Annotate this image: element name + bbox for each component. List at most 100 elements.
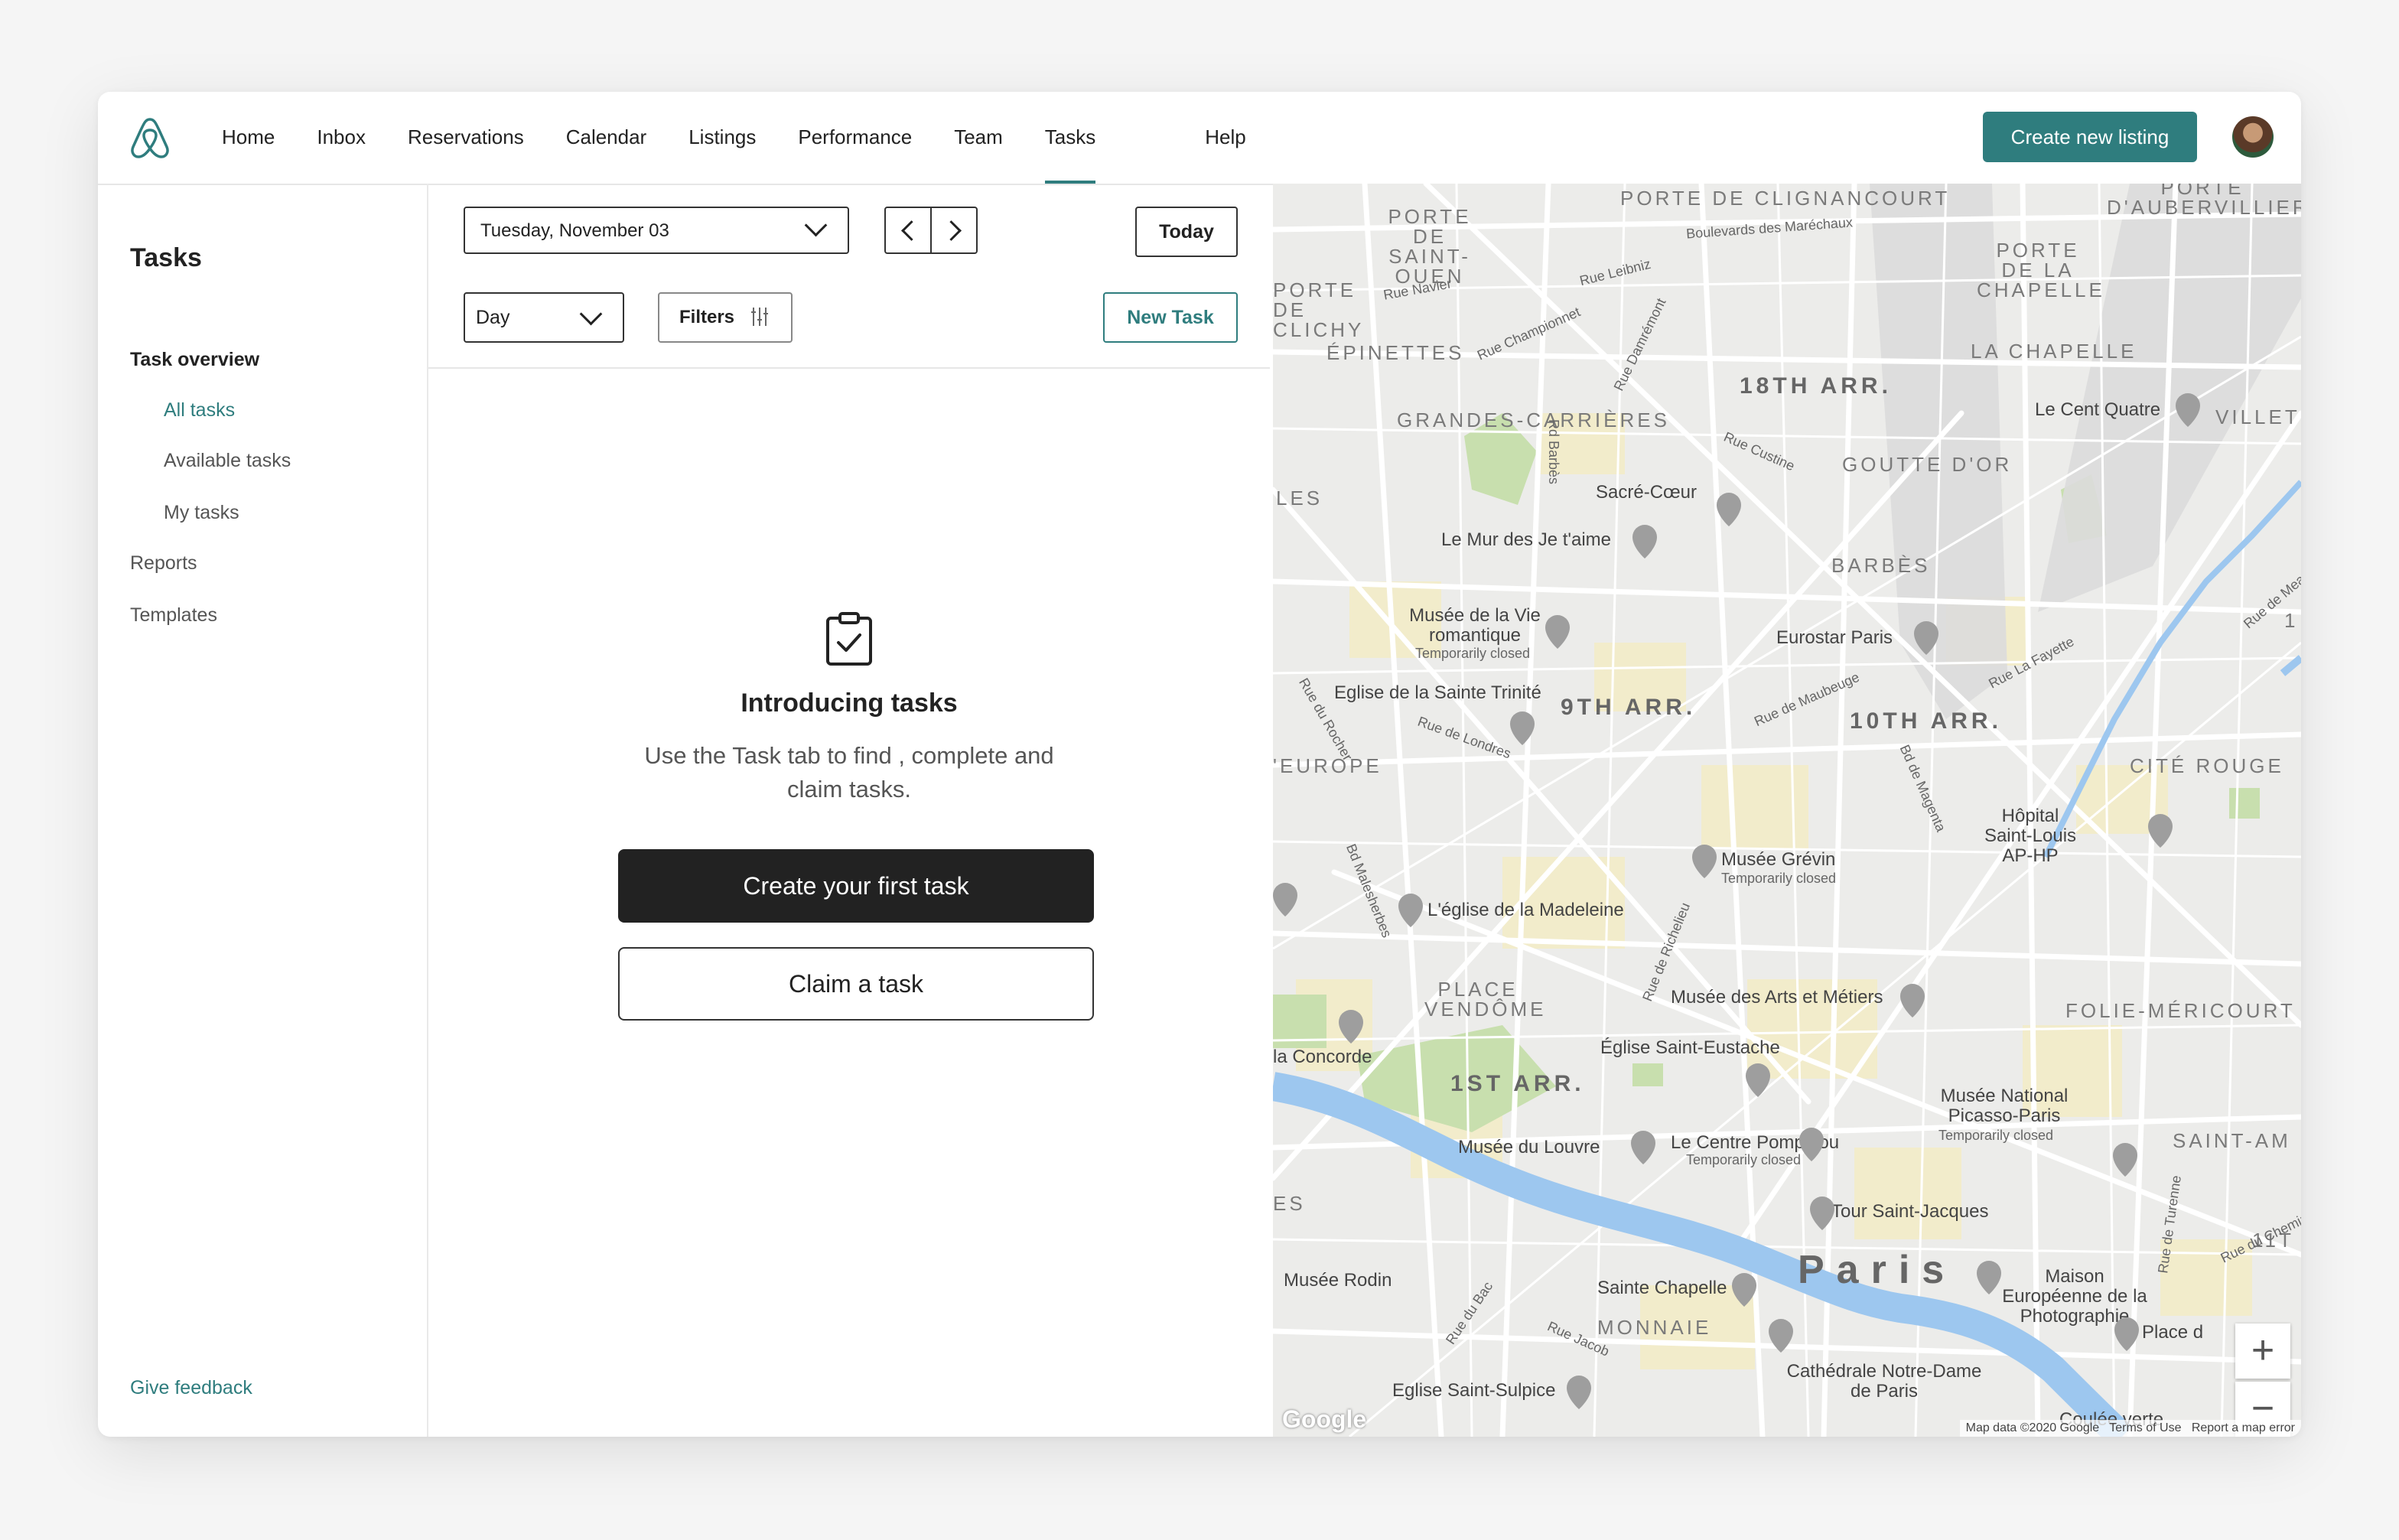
sidebar-item-task-overview[interactable]: Task overview [130, 349, 259, 371]
app-window: Home Inbox Reservations Calendar Listing… [98, 92, 2301, 1437]
map-poi-label[interactable]: Sainte Chapelle [1597, 1278, 1727, 1299]
google-logo: Google [1282, 1405, 1367, 1433]
map-attribution: Map data ©2020 Google Terms of Use Repor… [1959, 1420, 2301, 1437]
empty-state-title: Introducing tasks [741, 689, 958, 718]
map-label-neighborhood: PORTE D'AUBERVILLIERS [2107, 184, 2301, 219]
map-poi-status: Temporarily closed [1686, 1152, 1802, 1167]
map-poi-label[interactable]: Eurostar Paris [1776, 627, 1893, 649]
map-label-neighborhood: PORTE DE SAINT-OUEN [1388, 205, 1472, 288]
map-label-neighborhood: CITÉ ROUGE [2130, 754, 2284, 777]
map-poi-label[interactable]: la Concorde [1273, 1047, 1372, 1068]
map-poi-status: Temporarily closed [1721, 871, 1837, 886]
map-poi-label[interactable]: Place d [2142, 1322, 2203, 1343]
map-label-neighborhood: SAINT-AM [2173, 1129, 2291, 1152]
map-poi-label[interactable]: Église Saint-Eustache [1600, 1037, 1780, 1059]
map-label-district: 9TH ARR. [1561, 695, 1697, 720]
claim-task-button[interactable]: Claim a task [618, 947, 1094, 1021]
main-nav: Home Inbox Reservations Calendar Listing… [222, 92, 1288, 184]
nav-help[interactable]: Help [1205, 92, 1245, 184]
map-poi-label[interactable]: Musée des Arts et Métiers [1671, 987, 1883, 1008]
sidebar-item-reports[interactable]: Reports [130, 552, 197, 575]
nav-reservations[interactable]: Reservations [408, 92, 524, 184]
nav-calendar[interactable]: Calendar [566, 92, 647, 184]
give-feedback-link[interactable]: Give feedback [130, 1377, 252, 1399]
zoom-in-button[interactable]: + [2235, 1323, 2290, 1379]
map-poi-label[interactable]: Sacré-Cœur [1596, 482, 1697, 503]
nav-tasks[interactable]: Tasks [1044, 92, 1096, 184]
map-poi-label[interactable]: Musée du Louvre [1458, 1137, 1600, 1158]
terms-of-use-link[interactable]: Terms of Use [2109, 1421, 2181, 1434]
map-poi-label[interactable]: Maison Européenne de la Photographie [1998, 1267, 2151, 1327]
sidebar-item-all-tasks[interactable]: All tasks [164, 399, 235, 422]
map-label-neighborhood: 1 [2284, 609, 2299, 632]
map-poi-label[interactable]: Eglise de la Sainte Trinité [1334, 682, 1541, 704]
map[interactable]: 18TH ARR. 9TH ARR. 10TH ARR. 1ST ARR. PO… [1273, 184, 2301, 1437]
map-poi-label[interactable]: Tour Saint-Jacques [1831, 1201, 1988, 1223]
previous-day-button[interactable] [886, 208, 932, 252]
avatar[interactable] [2232, 116, 2274, 158]
report-map-error-link[interactable]: Report a map error [2192, 1421, 2295, 1434]
clipboard-check-icon [826, 612, 872, 666]
map-poi-label[interactable]: Musée Rodin [1284, 1270, 1392, 1291]
chevron-right-icon [941, 220, 962, 241]
map-poi-label[interactable]: Cathédrale Notre-Dame de Paris [1781, 1362, 1987, 1402]
date-select[interactable]: Tuesday, November 03 [464, 207, 849, 254]
sliders-icon [751, 308, 768, 326]
map-label-neighborhood: BARBÈS [1831, 554, 1931, 577]
empty-state-subtitle: Use the Task tab to find , complete and … [644, 742, 1054, 803]
map-label-district: 18TH ARR. [1740, 373, 1892, 399]
map-poi-status: Temporarily closed [1415, 646, 1531, 661]
map-label-district: 1ST ARR. [1450, 1071, 1585, 1096]
sidebar-item-available-tasks[interactable]: Available tasks [164, 450, 291, 472]
nav-team[interactable]: Team [954, 92, 1003, 184]
map-label-neighborhood: ES [1273, 1192, 1306, 1215]
map-label-neighborhood: PORTE DE CLICHY [1273, 278, 1365, 341]
map-label-city: Paris [1798, 1248, 1957, 1292]
map-label-neighborhood: LES [1276, 487, 1323, 510]
map-street-label: Rd Barbès [1546, 418, 1562, 485]
top-navigation: Home Inbox Reservations Calendar Listing… [98, 92, 2301, 185]
map-poi-label[interactable]: L'église de la Madeleine [1427, 900, 1624, 921]
map-label-neighborhood: LA CHAPELLE [1971, 340, 2137, 363]
map-poi-label[interactable]: Musée de la Vie romantique [1406, 606, 1544, 646]
filters-label: Filters [679, 307, 735, 327]
nav-home[interactable]: Home [222, 92, 275, 184]
map-data-credit: Map data ©2020 Google [1965, 1421, 2100, 1434]
map-poi-label[interactable]: Le Centre Pompidou [1671, 1132, 1839, 1154]
map-poi-label[interactable]: Le Cent Quatre [2035, 399, 2160, 421]
airbnb-logo-icon[interactable] [127, 115, 173, 161]
chevron-left-icon [901, 220, 922, 241]
map-label-neighborhood: GRANDES-CARRIÈRES [1397, 409, 1670, 431]
tasks-toolbar: Tuesday, November 03 Today Day Filters N… [428, 184, 1270, 369]
nav-inbox[interactable]: Inbox [317, 92, 366, 184]
create-new-listing-button[interactable]: Create new listing [1983, 112, 2197, 162]
nav-performance[interactable]: Performance [798, 92, 912, 184]
map-poi-label[interactable]: Hôpital Saint-Louis AP-HP [1977, 806, 2084, 866]
map-label-neighborhood: ÉPINETTES [1326, 341, 1465, 364]
map-poi-label[interactable]: Eglise Saint-Sulpice [1392, 1380, 1555, 1402]
map-label-neighborhood: 'EUROPE [1273, 754, 1382, 777]
map-label-neighborhood: FOLIE-MÉRICOURT [2065, 999, 2296, 1022]
nav-listings[interactable]: Listings [688, 92, 756, 184]
sidebar-item-templates[interactable]: Templates [130, 604, 217, 627]
next-day-button[interactable] [932, 208, 976, 252]
sidebar-item-my-tasks[interactable]: My tasks [164, 502, 239, 524]
map-label-neighborhood: GOUTTE D'OR [1842, 453, 2013, 476]
map-poi-label[interactable]: Musée National Picasso-Paris [1928, 1086, 2081, 1126]
map-poi-label[interactable]: Le Mur des Je t'aime [1441, 529, 1611, 551]
today-button[interactable]: Today [1135, 207, 1238, 257]
map-poi-status: Temporarily closed [1938, 1128, 2054, 1143]
view-value: Day [476, 307, 510, 328]
chevron-down-icon [579, 302, 603, 326]
date-stepper [884, 207, 978, 254]
create-first-task-button[interactable]: Create your first task [618, 849, 1094, 923]
date-value: Tuesday, November 03 [480, 220, 669, 241]
view-select[interactable]: Day [464, 292, 624, 343]
sidebar-title: Tasks [130, 243, 202, 272]
tasks-panel: Tuesday, November 03 Today Day Filters N… [428, 184, 1270, 1437]
new-task-button[interactable]: New Task [1103, 292, 1238, 343]
map-label-neighborhood: PLACE VENDÔME [1424, 978, 1547, 1021]
filters-button[interactable]: Filters [658, 292, 793, 343]
sidebar: Tasks Task overview All tasks Available … [98, 184, 428, 1437]
map-poi-label[interactable]: Musée Grévin [1721, 849, 1835, 871]
